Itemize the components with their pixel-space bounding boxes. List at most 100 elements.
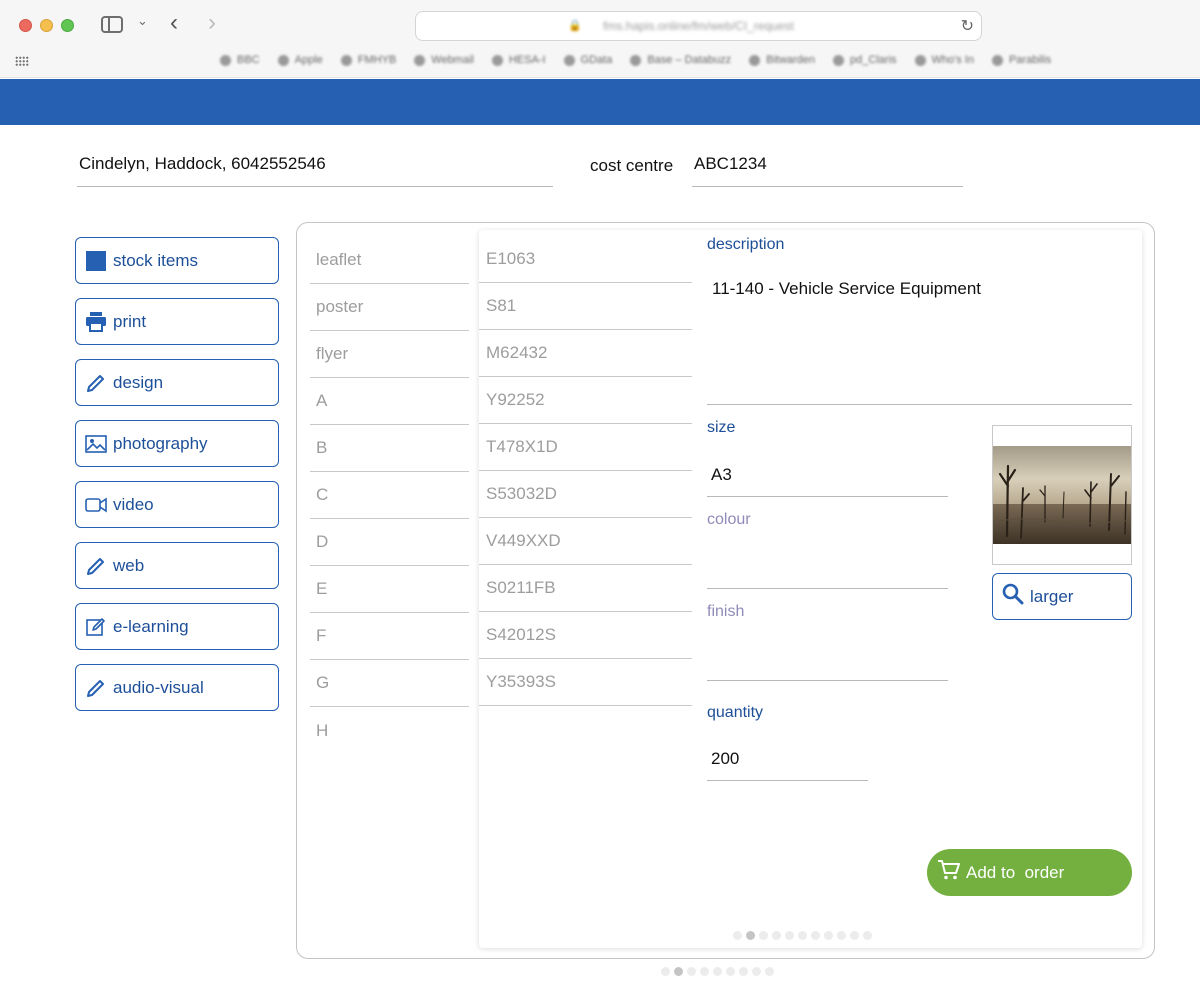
menu-photography-button[interactable]: photography xyxy=(75,420,279,467)
code-item[interactable]: Y92252 xyxy=(479,377,692,424)
pagination-dot[interactable] xyxy=(824,931,833,940)
pagination-dot[interactable] xyxy=(713,967,722,976)
zoom-window-button[interactable] xyxy=(61,19,74,32)
code-item[interactable]: M62432 xyxy=(479,330,692,377)
customer-field[interactable]: Cindelyn, Haddock, 6042552546 xyxy=(77,154,553,187)
minimize-window-button[interactable] xyxy=(40,19,53,32)
bookmark-item[interactable]: Apple xyxy=(277,54,323,66)
code-item[interactable]: V449XXD xyxy=(479,518,692,565)
reload-icon[interactable]: ↻ xyxy=(961,16,974,36)
pagination-dot[interactable] xyxy=(739,967,748,976)
bookmark-item[interactable]: BBC xyxy=(220,54,260,66)
bookmark-icon xyxy=(277,54,289,66)
cost-centre-field[interactable]: ABC1234 xyxy=(692,154,963,187)
bookmark-item[interactable]: Who's In xyxy=(914,54,974,66)
colour-label: colour xyxy=(707,511,751,528)
bookmark-item[interactable]: Webmail xyxy=(414,54,474,66)
category-item[interactable]: E xyxy=(310,566,469,613)
chevron-down-icon[interactable]: ⌄ xyxy=(137,13,148,29)
category-item[interactable]: D xyxy=(310,519,469,566)
size-label: size xyxy=(707,419,736,436)
address-bar[interactable]: 🔒 fms.hapis.online/fm/web/CI_request ↻ xyxy=(415,11,982,41)
code-list: E1063 S81 M62432 Y92252 T478X1D S53032D … xyxy=(479,236,692,706)
bookmark-item[interactable]: Base – Databuzz xyxy=(630,54,731,66)
code-item[interactable]: S53032D xyxy=(479,471,692,518)
menu-print-button[interactable]: print xyxy=(75,298,279,345)
pagination-dot[interactable] xyxy=(759,931,768,940)
category-item[interactable]: flyer xyxy=(310,331,469,378)
bookmark-item[interactable]: FMHYB xyxy=(340,54,396,66)
pagination-dot[interactable] xyxy=(726,967,735,976)
description-label: description xyxy=(707,236,785,253)
menu-item-label: stock items xyxy=(113,250,199,270)
pagination-dot[interactable] xyxy=(700,967,709,976)
pagination-dot[interactable] xyxy=(850,931,859,940)
bookmark-item[interactable]: Parabilis xyxy=(991,54,1051,66)
menu-design-button[interactable]: design xyxy=(75,359,279,406)
menu-item-label: design xyxy=(113,372,164,392)
pagination-dot[interactable] xyxy=(752,967,761,976)
description-field[interactable]: 11-140 - Vehicle Service Equipment xyxy=(712,279,981,299)
larger-image-button[interactable]: larger xyxy=(992,573,1132,620)
pencil-icon xyxy=(85,555,107,577)
code-item[interactable]: S42012S xyxy=(479,612,692,659)
add-to-order-button[interactable]: Add to order xyxy=(927,849,1132,896)
code-item[interactable]: Y35393S xyxy=(479,659,692,706)
bookmarks-bar: BBC Apple FMHYB Webmail HESA-I GData Bas… xyxy=(220,54,1051,66)
pagination-dot[interactable] xyxy=(687,967,696,976)
pagination-dot[interactable] xyxy=(733,931,742,940)
shopping-cart-icon xyxy=(937,859,961,886)
menu-web-button[interactable]: web xyxy=(75,542,279,589)
category-item[interactable]: F xyxy=(310,613,469,660)
menu-e-learning-button[interactable]: e-learning xyxy=(75,603,279,650)
category-item[interactable]: poster xyxy=(310,284,469,331)
forward-arrow-icon[interactable]: › xyxy=(208,9,216,37)
menu-stock-items-button[interactable]: stock items xyxy=(75,237,279,284)
landscape-photo xyxy=(993,426,1131,564)
pencil-icon xyxy=(85,372,107,394)
address-bar-url: fms.hapis.online/fm/web/CI_request xyxy=(603,19,794,33)
description-underline xyxy=(707,404,1132,405)
pagination-dot[interactable] xyxy=(785,931,794,940)
bookmark-icon xyxy=(630,54,642,66)
category-item[interactable]: G xyxy=(310,660,469,707)
image-icon xyxy=(85,433,107,455)
code-item[interactable]: S0211FB xyxy=(479,565,692,612)
pagination-dot[interactable] xyxy=(674,967,683,976)
pagination-dot[interactable] xyxy=(837,931,846,940)
pagination-dot[interactable] xyxy=(772,931,781,940)
bookmark-item[interactable]: HESA-I xyxy=(491,54,546,66)
sidebar-toggle-icon[interactable] xyxy=(101,16,123,33)
edit-box-icon xyxy=(85,616,107,638)
pencil-icon xyxy=(85,677,107,699)
size-field[interactable]: A3 xyxy=(711,465,732,485)
quantity-label: quantity xyxy=(707,704,764,721)
bookmark-item[interactable]: GData xyxy=(563,54,612,66)
category-item[interactable]: leaflet xyxy=(310,237,469,284)
bookmark-item[interactable]: Bitwarden xyxy=(749,54,815,66)
pagination-dot[interactable] xyxy=(863,931,872,940)
close-window-button[interactable] xyxy=(19,19,32,32)
category-item[interactable]: B xyxy=(310,425,469,472)
bookmark-item[interactable]: pd_Claris xyxy=(833,54,897,66)
menu-item-label: video xyxy=(113,494,154,514)
pagination-dot[interactable] xyxy=(798,931,807,940)
menu-video-button[interactable]: video xyxy=(75,481,279,528)
bookmark-icon xyxy=(220,54,231,66)
pagination-dot[interactable] xyxy=(661,967,670,976)
pagination-dot[interactable] xyxy=(811,931,820,940)
quantity-field[interactable]: 200 xyxy=(711,749,739,769)
code-item[interactable]: E1063 xyxy=(479,236,692,283)
menu-item-label: e-learning xyxy=(113,616,189,636)
back-arrow-icon[interactable]: ‹ xyxy=(170,9,178,37)
category-item[interactable]: H xyxy=(310,707,469,754)
category-item[interactable]: C xyxy=(310,472,469,519)
menu-audio-visual-button[interactable]: audio-visual xyxy=(75,664,279,711)
pagination-dot[interactable] xyxy=(765,967,774,976)
category-item[interactable]: A xyxy=(310,378,469,425)
code-item[interactable]: S81 xyxy=(479,283,692,330)
code-item[interactable]: T478X1D xyxy=(479,424,692,471)
bookmark-icon xyxy=(563,54,575,66)
grid-icon[interactable] xyxy=(15,56,29,66)
pagination-dot[interactable] xyxy=(746,931,755,940)
